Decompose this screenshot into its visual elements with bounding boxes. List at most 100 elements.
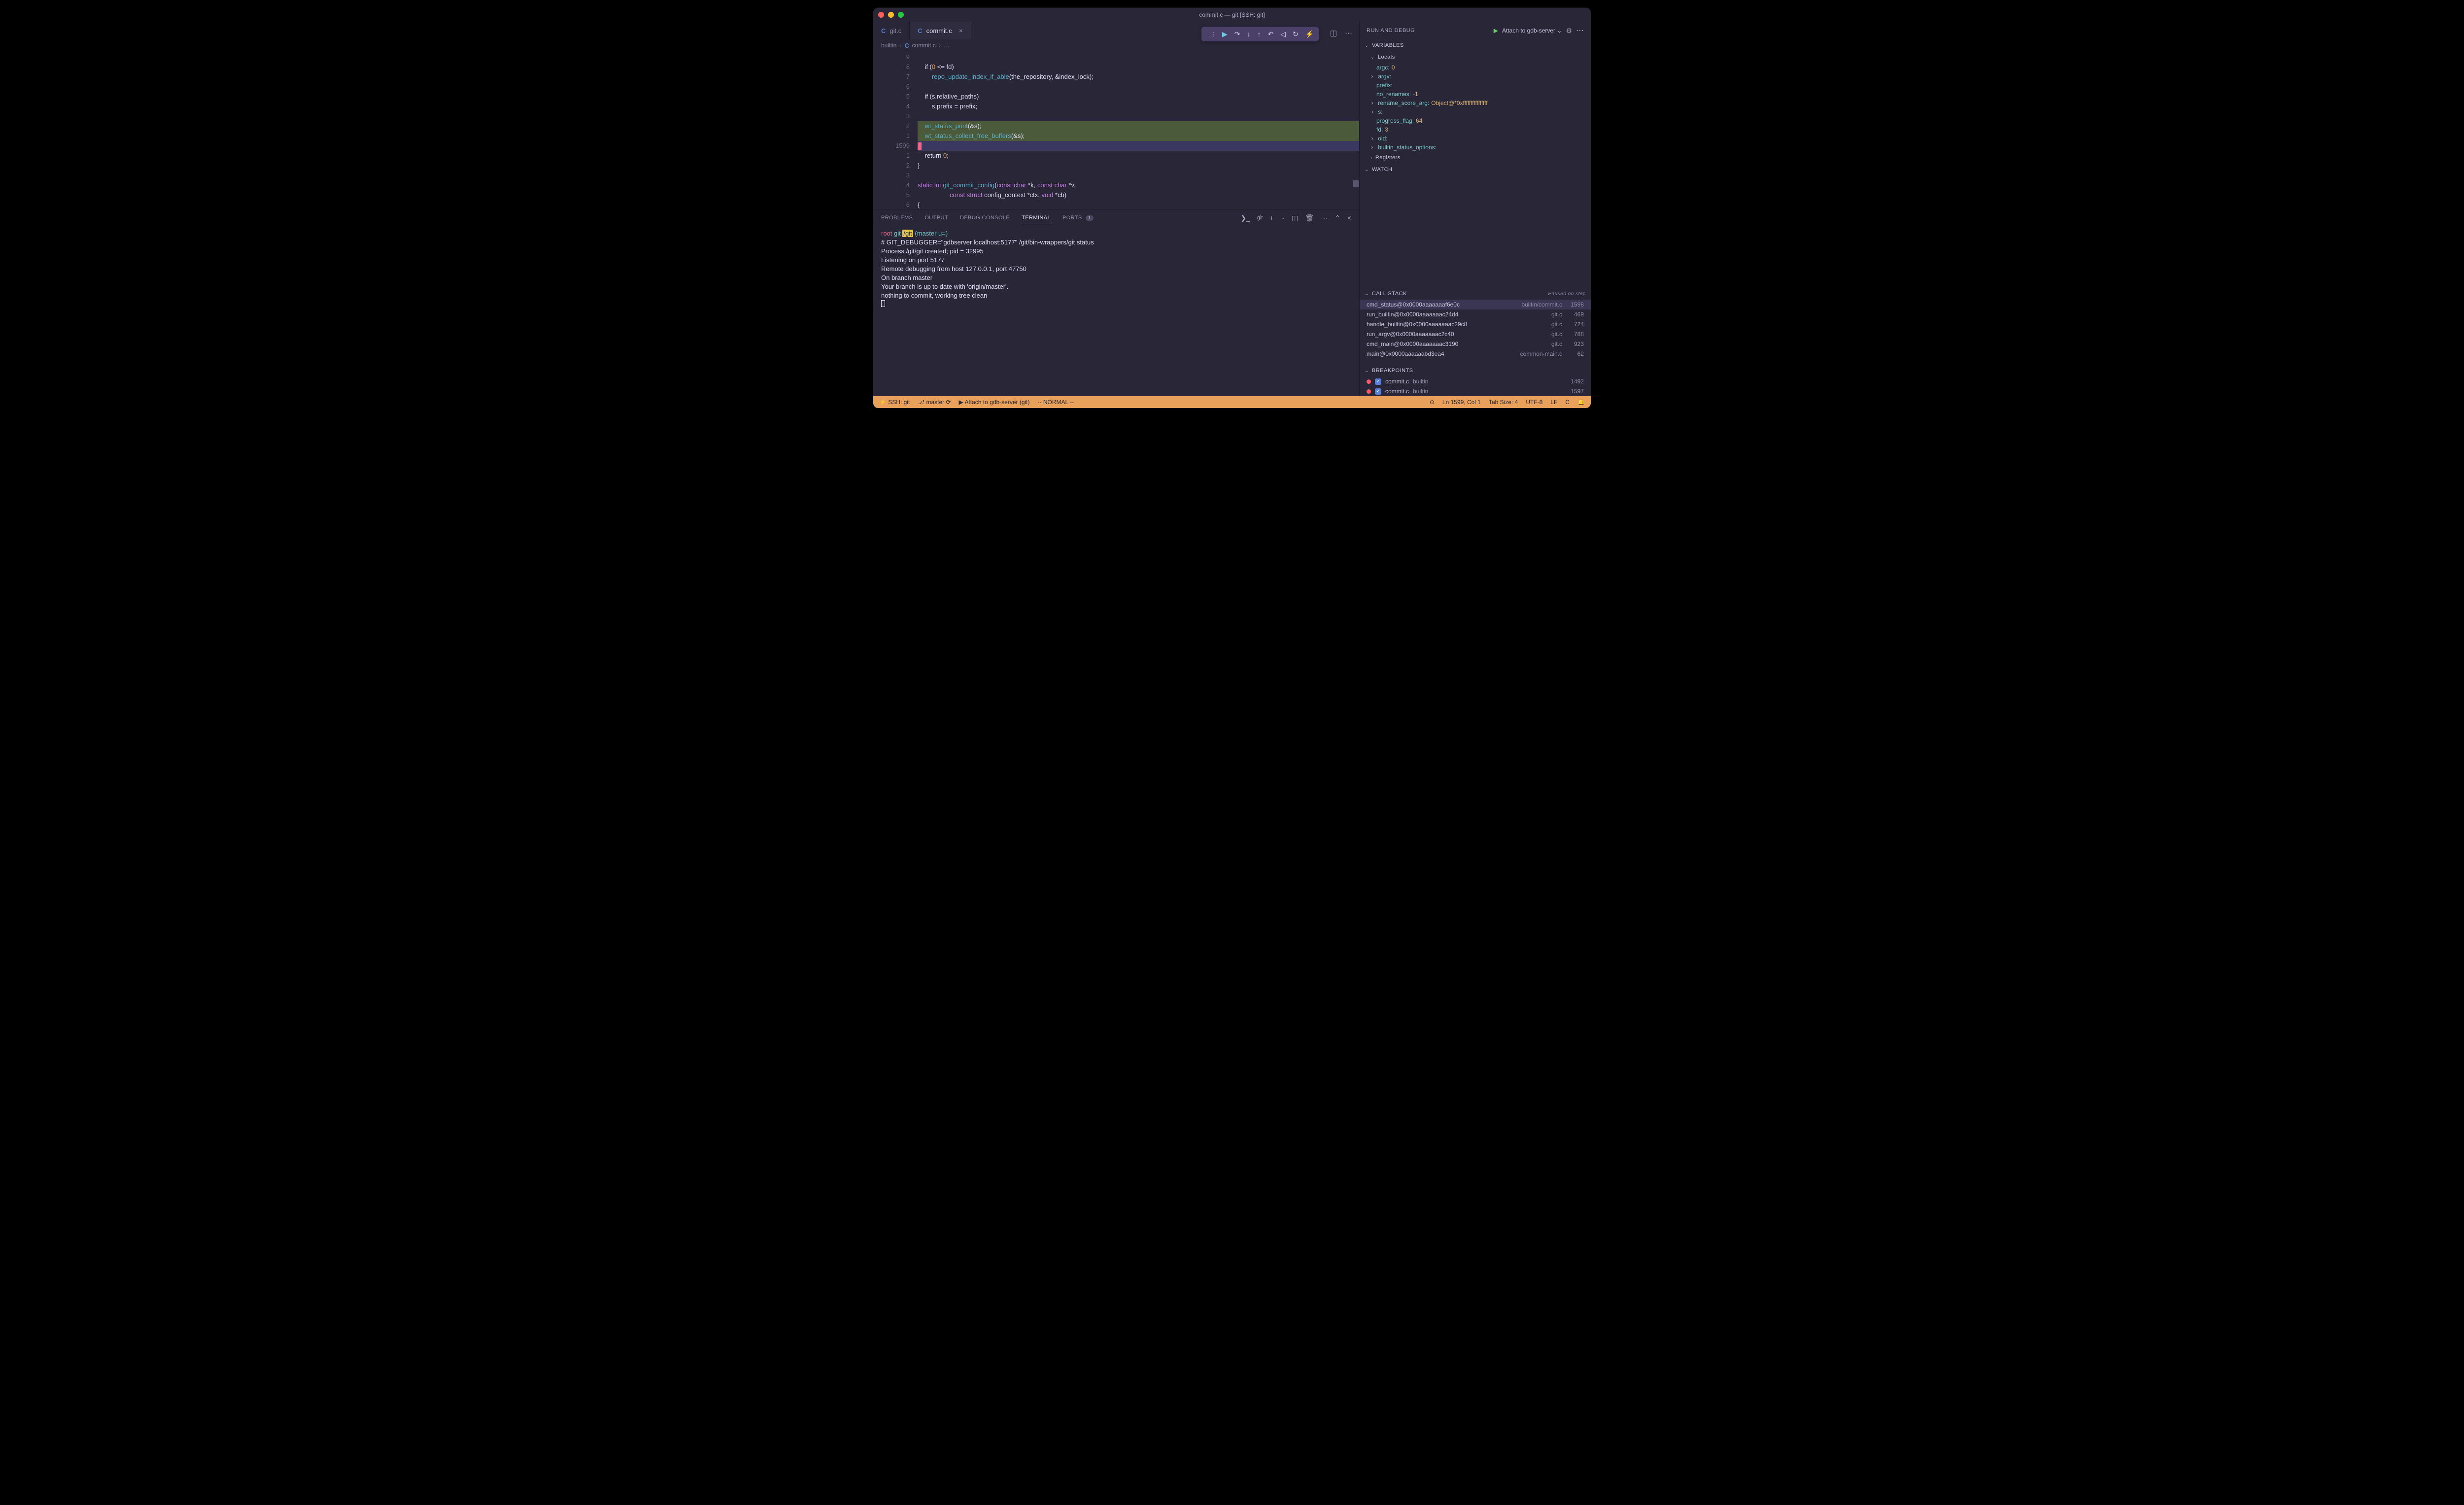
- step-into-icon[interactable]: ↓: [1247, 30, 1251, 38]
- encoding[interactable]: UTF-8: [1526, 399, 1542, 406]
- section-variables[interactable]: ⌄VARIABLES: [1360, 39, 1591, 51]
- chevron-down-icon: ⌄: [1365, 291, 1369, 297]
- terminal-output[interactable]: root git /git (master u=) # GIT_DEBUGGER…: [873, 226, 1359, 396]
- start-debug-icon[interactable]: ▶: [1494, 27, 1498, 34]
- line-gutter: 9 8 7 6 5 4 3 2 ▷1 1599 1 2 3 4 5 6: [873, 51, 918, 209]
- titlebar: commit.c — git [SSH: git]: [873, 8, 1591, 22]
- minimap[interactable]: [1352, 51, 1359, 209]
- tab-label: git.c: [890, 27, 901, 34]
- section-callstack[interactable]: ⌄CALL STACKPaused on step: [1360, 288, 1591, 300]
- chevron-down-icon: ⌄: [1365, 43, 1369, 48]
- grip-icon[interactable]: ⋮⋮: [1206, 31, 1215, 37]
- debug-config-dropdown[interactable]: Attach to gdb-server ⌄: [1502, 27, 1562, 34]
- step-back-icon[interactable]: ↶: [1268, 30, 1274, 38]
- section-breakpoints[interactable]: ⌄BREAKPOINTS: [1360, 365, 1591, 376]
- more-icon[interactable]: ⋯: [1321, 214, 1328, 222]
- variable-row[interactable]: progress_flag: 64: [1360, 116, 1591, 125]
- more-actions-icon[interactable]: ⋯: [1345, 29, 1352, 37]
- stack-frame[interactable]: cmd_main@0x0000aaaaaaac3190git.c923: [1360, 339, 1591, 349]
- debug-toolbar[interactable]: ⋮⋮ ▶ ↷ ↓ ↑ ↶ ◁ ↻ ⚡: [1201, 27, 1319, 41]
- chevron-up-icon[interactable]: ⌃: [1335, 214, 1340, 222]
- chevron-right-icon: ›: [939, 42, 941, 49]
- vim-mode: -- NORMAL --: [1038, 399, 1074, 406]
- checkbox[interactable]: ✓: [1375, 378, 1381, 385]
- stack-frame[interactable]: run_argv@0x0000aaaaaaac2c40git.c788: [1360, 329, 1591, 339]
- gear-icon[interactable]: ⚙: [1566, 27, 1572, 35]
- tab-ports[interactable]: PORTS 1: [1062, 215, 1094, 221]
- debug-status[interactable]: ▶ Attach to gdb-server (git): [959, 399, 1030, 406]
- new-terminal-icon[interactable]: +: [1269, 214, 1273, 222]
- chevron-right-icon: ›: [899, 42, 901, 49]
- cursor-position[interactable]: Ln 1599, Col 1: [1442, 399, 1481, 406]
- split-editor-icon[interactable]: ◫: [1330, 29, 1337, 37]
- c-file-icon: C: [904, 42, 909, 49]
- stack-frame[interactable]: run_builtin@0x0000aaaaaaac24d4git.c469: [1360, 309, 1591, 319]
- maximize-window-icon[interactable]: [898, 12, 904, 18]
- notifications-icon[interactable]: 🔔: [1577, 399, 1585, 406]
- variable-row[interactable]: oid:: [1360, 134, 1591, 143]
- chevron-down-icon: ⌄: [1365, 167, 1369, 172]
- tab-terminal[interactable]: TERMINAL: [1022, 215, 1051, 224]
- stack-frame[interactable]: main@0x0000aaaaaabd3ea4common-main.c62: [1360, 349, 1591, 359]
- code-editor[interactable]: 9 8 7 6 5 4 3 2 ▷1 1599 1 2 3 4 5 6: [873, 51, 1359, 209]
- c-file-icon: C: [918, 27, 922, 34]
- variable-row[interactable]: argc: 0: [1360, 63, 1591, 72]
- step-out-icon[interactable]: ↑: [1258, 30, 1261, 38]
- section-watch[interactable]: ⌄WATCH: [1360, 164, 1591, 175]
- paused-label: Paused on step: [1548, 291, 1586, 297]
- variable-row[interactable]: rename_score_arg: Object@*0xffffffffffff…: [1360, 99, 1591, 107]
- stack-frame[interactable]: handle_builtin@0x0000aaaaaaac29c8git.c72…: [1360, 319, 1591, 329]
- close-tab-icon[interactable]: ×: [959, 27, 963, 34]
- breakpoint-dot-icon: [1367, 379, 1371, 384]
- reverse-icon[interactable]: ◁: [1280, 30, 1286, 38]
- breakpoint-row[interactable]: ✓commit.cbuiltin1597: [1360, 386, 1591, 396]
- minimize-window-icon[interactable]: [888, 12, 894, 18]
- language-mode[interactable]: C: [1565, 399, 1570, 406]
- cursor: [918, 142, 922, 150]
- chevron-down-icon[interactable]: ⌄: [1281, 215, 1285, 221]
- search-icon[interactable]: ⊙: [1430, 399, 1435, 406]
- window-controls: [878, 12, 904, 18]
- variable-row[interactable]: prefix:: [1360, 81, 1591, 90]
- tab-size[interactable]: Tab Size: 4: [1489, 399, 1518, 406]
- tab-commit-c[interactable]: C commit.c ×: [910, 22, 971, 39]
- variable-row[interactable]: s:: [1360, 107, 1591, 116]
- section-registers[interactable]: ›Registers: [1360, 152, 1591, 164]
- terminal-name[interactable]: git: [1257, 215, 1263, 221]
- code-content[interactable]: if (0 <= fd) repo_update_index_if_able(t…: [918, 51, 1359, 209]
- variable-row[interactable]: argv:: [1360, 72, 1591, 81]
- tab-debug-console[interactable]: DEBUG CONSOLE: [960, 215, 1010, 221]
- more-icon[interactable]: ⋯: [1576, 26, 1584, 35]
- stack-frame[interactable]: cmd_status@0x0000aaaaaaaf6e0cbuiltin/com…: [1360, 300, 1591, 309]
- restart-icon[interactable]: ↻: [1293, 30, 1299, 38]
- checkbox[interactable]: ✓: [1375, 388, 1381, 395]
- c-file-icon: C: [881, 27, 886, 34]
- step-over-icon[interactable]: ↷: [1234, 30, 1240, 38]
- variable-row[interactable]: builtin_status_options:: [1360, 143, 1591, 152]
- debug-sidebar: RUN AND DEBUG ▶ Attach to gdb-server ⌄ ⚙…: [1359, 22, 1591, 396]
- eol[interactable]: LF: [1550, 399, 1557, 406]
- chevron-down-icon: ⌄: [1370, 55, 1375, 60]
- close-window-icon[interactable]: [878, 12, 884, 18]
- split-terminal-icon[interactable]: ◫: [1292, 214, 1298, 222]
- breadcrumb-folder: builtin: [881, 42, 896, 49]
- tab-output[interactable]: OUTPUT: [924, 215, 948, 221]
- debug-panel-title: RUN AND DEBUG: [1367, 28, 1415, 34]
- close-panel-icon[interactable]: ×: [1347, 214, 1351, 222]
- continue-icon[interactable]: ▶: [1222, 30, 1228, 38]
- branch-indicator[interactable]: ⎇ master ⟳: [918, 399, 951, 406]
- bottom-panel: PROBLEMS OUTPUT DEBUG CONSOLE TERMINAL P…: [873, 209, 1359, 396]
- tab-problems[interactable]: PROBLEMS: [881, 215, 913, 221]
- chevron-right-icon: ›: [1370, 155, 1372, 161]
- trash-icon[interactable]: 🗑: [1305, 214, 1314, 222]
- disconnect-icon[interactable]: ⚡: [1305, 30, 1314, 38]
- variable-row[interactable]: no_renames: -1: [1360, 90, 1591, 99]
- chevron-down-icon: ⌄: [1365, 368, 1369, 374]
- variable-row[interactable]: fd: 3: [1360, 125, 1591, 134]
- tab-git-c[interactable]: C git.c: [873, 22, 910, 39]
- minimap-thumb[interactable]: [1353, 180, 1359, 187]
- breadcrumb-more: …: [944, 42, 950, 49]
- section-locals[interactable]: ⌄Locals: [1360, 51, 1591, 63]
- remote-indicator[interactable]: ⚡ SSH: git: [879, 399, 910, 406]
- breakpoint-row[interactable]: ✓commit.cbuiltin1492: [1360, 376, 1591, 386]
